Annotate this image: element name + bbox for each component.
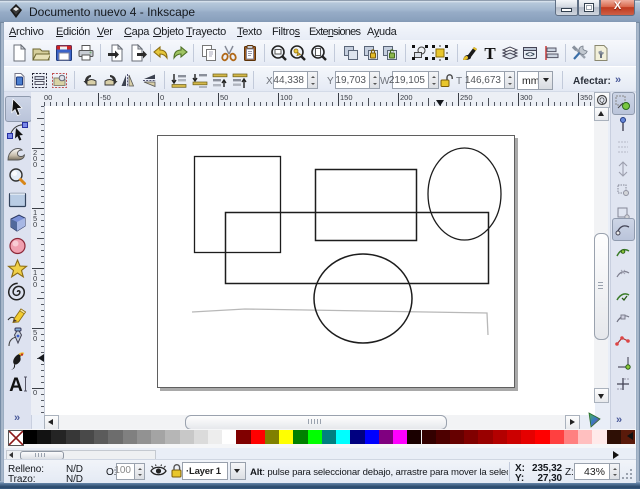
svg-text:T: T bbox=[484, 44, 496, 62]
svg-text:<>: <> bbox=[525, 50, 535, 59]
svg-text:A: A bbox=[9, 375, 23, 395]
svg-text:Q: Q bbox=[599, 97, 605, 104]
